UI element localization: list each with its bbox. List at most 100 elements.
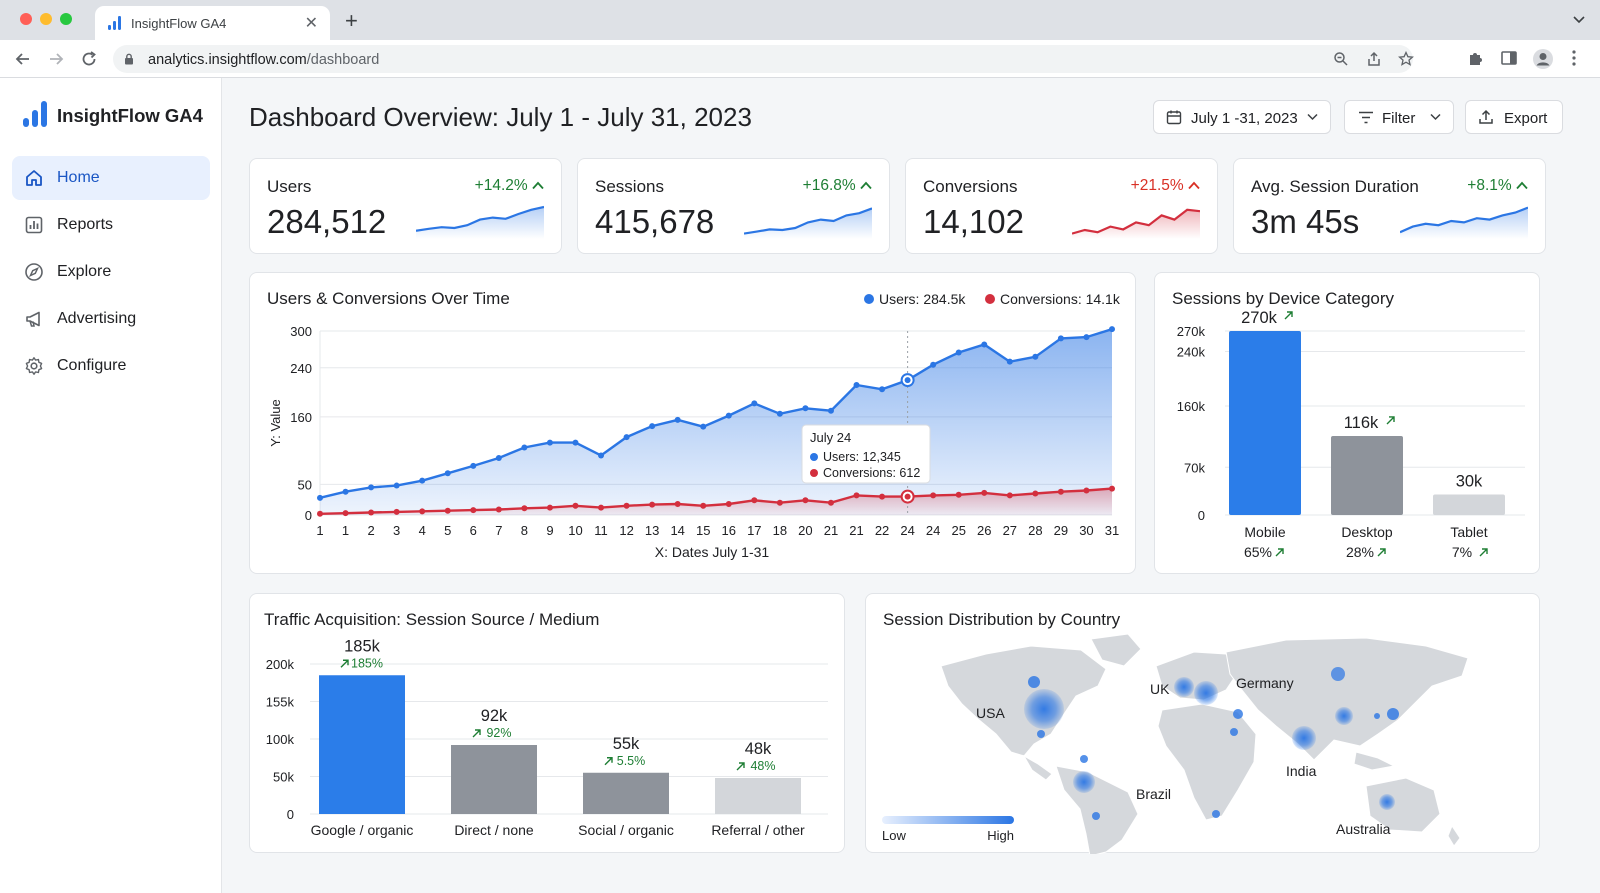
- y-tick-label: 155k: [266, 695, 295, 710]
- data-point: [930, 492, 937, 499]
- menu-dots-icon[interactable]: [1570, 49, 1578, 67]
- back-arrow-icon[interactable]: [13, 49, 33, 69]
- export-button[interactable]: Export: [1465, 100, 1563, 134]
- kpi-delta: +14.2%: [475, 177, 544, 195]
- data-point: [802, 497, 809, 504]
- category-label: Google / organic: [311, 822, 414, 838]
- browser-tab[interactable]: InsightFlow GA4 ✕: [95, 6, 330, 40]
- date-range-label: July 1 -31, 2023: [1191, 110, 1298, 127]
- data-point: [317, 494, 323, 501]
- x-tick-label: 28: [1028, 523, 1042, 538]
- x-tick-label: 29: [1054, 523, 1068, 538]
- kpi-card-avg-session-duration[interactable]: Avg. Session Duration +8.1% 3m 45s: [1233, 158, 1546, 254]
- sidebar-item-configure[interactable]: Configure: [12, 344, 210, 388]
- world-map: USA UK Germany Brazil India Australia Lo…: [882, 633, 1469, 854]
- legend-dot-0: [864, 294, 874, 304]
- url-host: analytics.insightflow.com: [148, 52, 307, 68]
- data-point: [393, 482, 400, 489]
- address-bar[interactable]: analytics.insightflow.com/dashboard: [113, 45, 1414, 73]
- zoom-icon[interactable]: [1333, 51, 1349, 67]
- data-point: [1083, 334, 1090, 341]
- x-tick-label: 21: [849, 523, 863, 538]
- trend-up-caret-icon: [532, 181, 544, 190]
- sidebar-item-label: Configure: [57, 357, 127, 374]
- x-tick-label: 5: [444, 523, 451, 538]
- data-point: [853, 381, 860, 388]
- data-point: [879, 386, 886, 393]
- sidebar-item-home[interactable]: Home: [12, 156, 210, 200]
- bar-value-label: 48k: [745, 740, 772, 758]
- bar-tablet: [1433, 494, 1505, 515]
- data-point: [495, 506, 502, 513]
- side-panel-icon[interactable]: [1500, 49, 1518, 67]
- data-point: [1032, 353, 1039, 360]
- category-label: Mobile: [1244, 524, 1285, 540]
- data-point: [879, 493, 886, 500]
- data-point: [368, 484, 375, 491]
- data-point: [955, 491, 962, 498]
- export-label: Export: [1504, 110, 1548, 127]
- bar-value-label: 270k: [1241, 309, 1278, 327]
- sparkline-area: [744, 208, 872, 239]
- sidebar-item-advertising[interactable]: Advertising: [12, 297, 210, 341]
- line-chart-title: Users & Conversions Over Time: [267, 289, 510, 308]
- kpi-card-sessions[interactable]: Sessions +16.8% 415,678: [577, 158, 890, 254]
- kpi-card-conversions[interactable]: Conversions +21.5% 14,102: [905, 158, 1218, 254]
- data-point: [725, 500, 732, 507]
- data-point: [470, 462, 477, 469]
- data-point: [1083, 487, 1090, 494]
- profile-avatar-icon[interactable]: [1532, 48, 1554, 70]
- data-point: [623, 434, 630, 441]
- sidebar-item-explore[interactable]: Explore: [12, 250, 210, 294]
- chevron-down-icon: [1307, 113, 1318, 121]
- tab-list-chevron-icon[interactable]: [1572, 12, 1586, 26]
- y-tick-label: 100k: [266, 732, 295, 747]
- data-point: [546, 439, 553, 446]
- kpi-delta: +8.1%: [1467, 177, 1528, 195]
- device-chart-title: Sessions by Device Category: [1172, 289, 1395, 308]
- country-label-india: India: [1286, 763, 1317, 779]
- kpi-label: Sessions: [595, 177, 664, 196]
- date-range-button[interactable]: July 1 -31, 2023: [1153, 100, 1331, 134]
- asia-shape: [1225, 637, 1469, 761]
- bar-desktop: [1331, 435, 1403, 515]
- x-tick-label: 7: [495, 523, 502, 538]
- filter-button[interactable]: Filter: [1344, 100, 1454, 134]
- extensions-puzzle-icon[interactable]: [1467, 49, 1485, 67]
- x-tick-label: 16: [722, 523, 736, 538]
- minimize-window-button[interactable]: [40, 13, 52, 25]
- data-point: [546, 504, 553, 511]
- brand-logo[interactable]: InsightFlow GA4: [22, 100, 203, 130]
- maximize-window-button[interactable]: [60, 13, 72, 25]
- share-icon[interactable]: [1366, 51, 1382, 67]
- kpi-delta: +21.5%: [1131, 177, 1200, 195]
- reload-icon[interactable]: [79, 49, 99, 69]
- data-point: [802, 405, 809, 412]
- close-window-button[interactable]: [20, 13, 32, 25]
- sidebar-item-label: Advertising: [57, 310, 137, 327]
- tab-close-icon[interactable]: ✕: [305, 13, 318, 33]
- new-tab-icon[interactable]: +: [345, 8, 358, 34]
- sidebar-item-reports[interactable]: Reports: [12, 203, 210, 247]
- x-tick-label: 15: [696, 523, 710, 538]
- legend-dot-1: [985, 294, 995, 304]
- forward-arrow-icon[interactable]: [46, 49, 66, 69]
- data-point: [1057, 335, 1064, 342]
- map-legend-high: High: [987, 828, 1014, 843]
- bar-source-3: [715, 778, 801, 814]
- kpi-label: Users: [267, 177, 312, 196]
- calendar-icon: [1166, 110, 1182, 125]
- upload-icon: [1479, 109, 1493, 124]
- kpi-card-users[interactable]: Users +14.2% 284,512: [249, 158, 562, 254]
- trend-up-caret-icon: [860, 181, 872, 190]
- data-point: [827, 407, 834, 414]
- trend-arrow-icon: [736, 762, 745, 771]
- bar-source-0: [319, 675, 405, 814]
- kpi-label: Conversions: [923, 177, 1018, 196]
- y-tick-label: 70k: [1184, 460, 1205, 475]
- traffic-acquisition-bar-chart: Traffic Acquisition: Session Source / Me…: [264, 610, 828, 838]
- category-label: Tablet: [1450, 524, 1487, 540]
- bookmark-star-icon[interactable]: [1398, 51, 1414, 67]
- x-tick-label: 21: [824, 523, 838, 538]
- bar-value-label: 92k: [481, 707, 508, 725]
